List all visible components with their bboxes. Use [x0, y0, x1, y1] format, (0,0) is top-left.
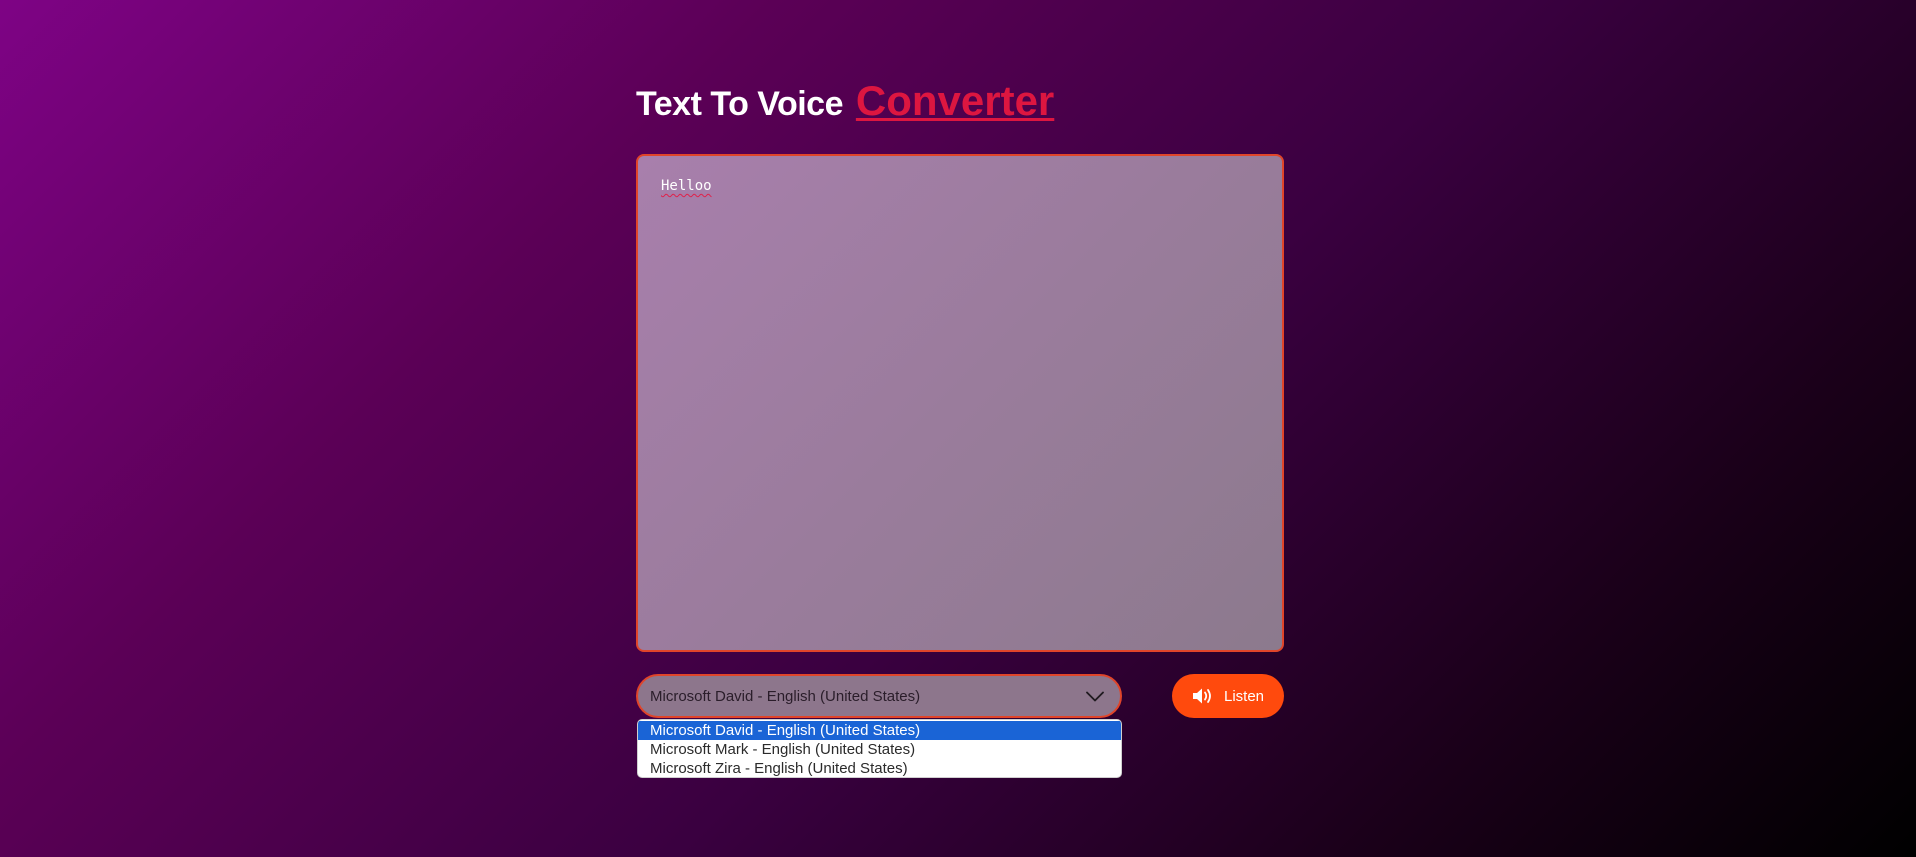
text-input-value: Helloo — [661, 178, 712, 194]
voice-select-value: Microsoft David - English (United States… — [650, 687, 921, 705]
listen-button-label: Listen — [1223, 687, 1265, 705]
title-main: Text To Voice — [636, 85, 843, 123]
chevron-down-icon — [1086, 689, 1108, 703]
voice-select[interactable]: Microsoft David - English (United States… — [636, 674, 1122, 718]
title-accent: Converter — [855, 77, 1055, 124]
voice-option-mark[interactable]: Microsoft Mark - English (United States) — [638, 740, 1121, 759]
page-title: Text To Voice Converter — [636, 80, 1054, 122]
voice-option-david[interactable]: Microsoft David - English (United States… — [638, 721, 1121, 740]
voice-option-zira[interactable]: Microsoft Zira - English (United States) — [638, 759, 1121, 777]
voice-dropdown-list: Microsoft David - English (United States… — [637, 719, 1122, 778]
listen-button[interactable]: Listen — [1172, 674, 1284, 718]
text-input[interactable]: Helloo — [636, 154, 1284, 652]
volume-icon — [1192, 687, 1214, 705]
